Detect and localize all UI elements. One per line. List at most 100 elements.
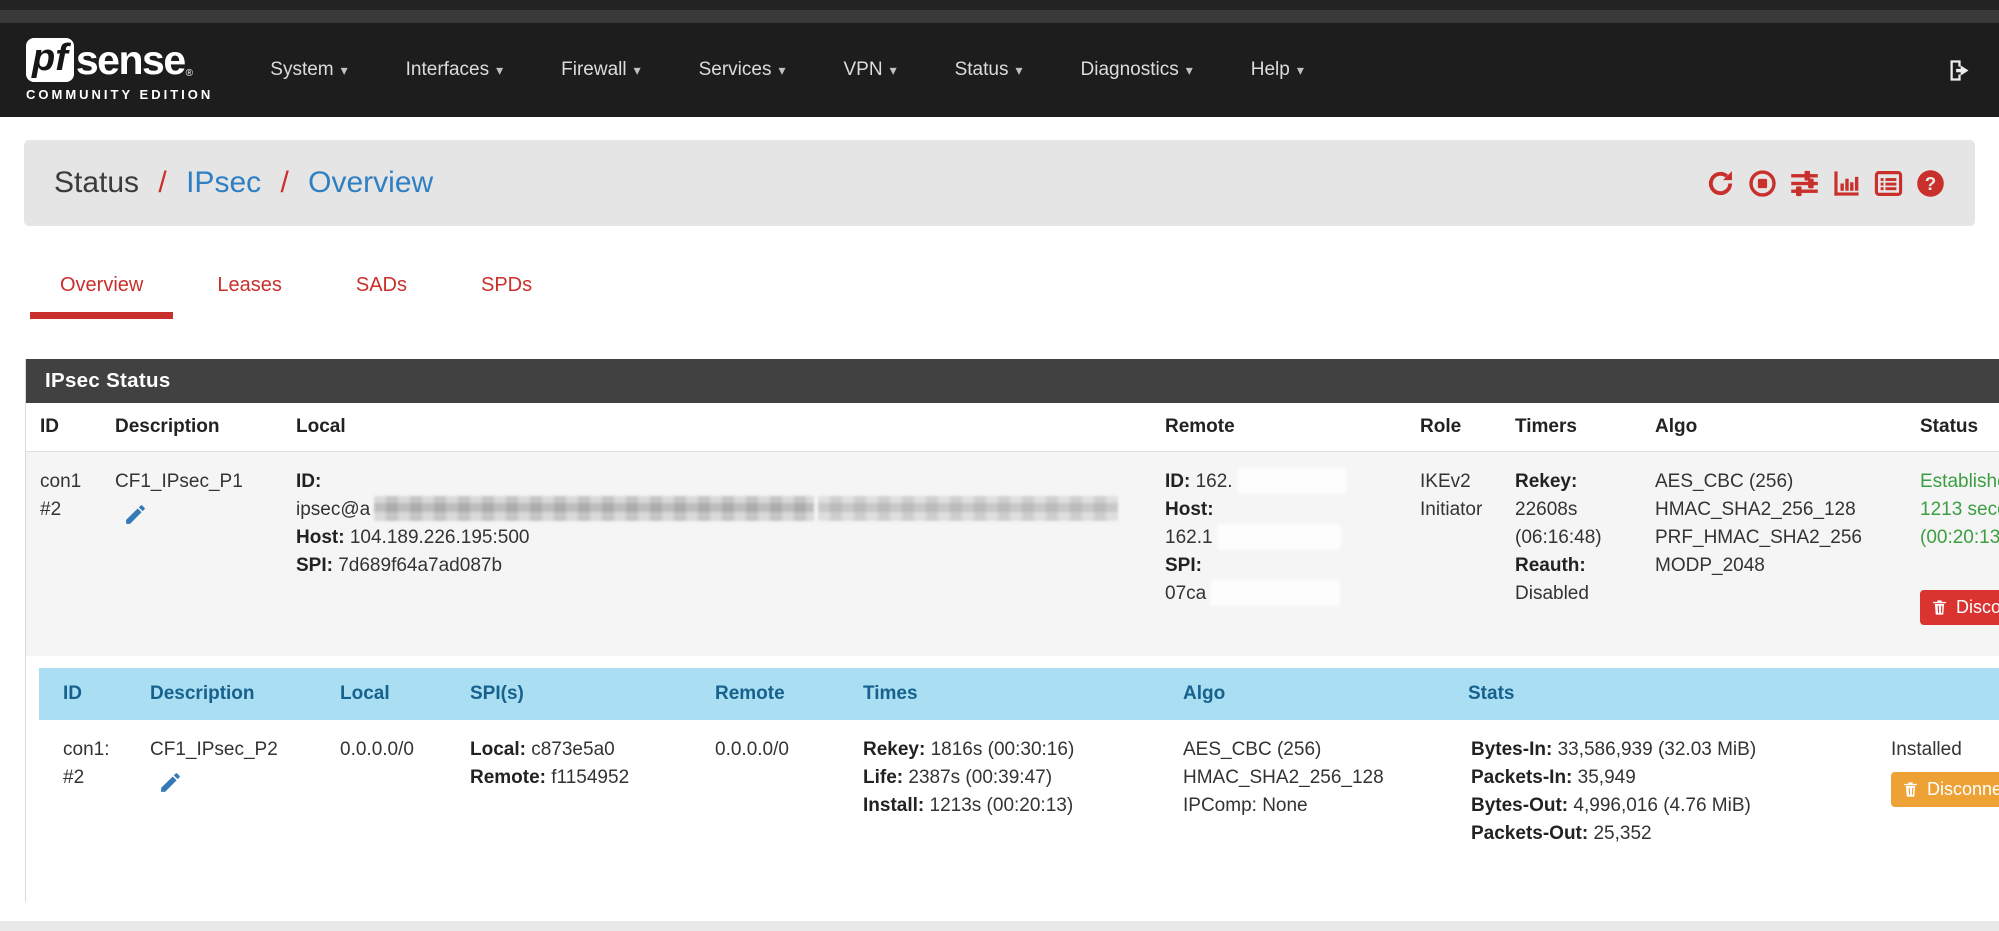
local-spi-label: SPI:	[296, 555, 333, 576]
tab-leases[interactable]: Leases	[187, 262, 312, 319]
menu-label: Services	[699, 59, 772, 80]
bytes-in-value: 33,586,939 (32.03 MiB)	[1558, 739, 1757, 760]
sign-out-icon[interactable]	[1946, 57, 1973, 84]
cell-role: IKEv2 Initiator	[1406, 452, 1501, 657]
edit-pencil-icon[interactable]	[158, 770, 183, 804]
cell-id: con1: #2	[39, 720, 136, 872]
packets-out-label: Packets-Out:	[1471, 823, 1588, 844]
remote-spi-value: 07ca	[1165, 583, 1206, 604]
reauth-value: Disabled	[1515, 580, 1633, 608]
remote-id-label: ID:	[1165, 471, 1190, 492]
chevron-down-icon	[634, 62, 641, 79]
disconnect-label: Disconnect	[1956, 597, 1999, 618]
breadcrumb-separator: /	[158, 166, 166, 199]
spi-remote-label: Remote:	[470, 767, 546, 788]
algo-ipcomp: IPComp: None	[1183, 792, 1446, 820]
main-menu: System Interfaces Firewall Services VPN …	[241, 49, 1333, 91]
spi-remote-value: f1154952	[551, 767, 629, 788]
menu-item-interfaces[interactable]: Interfaces	[377, 49, 532, 91]
top-navbar: pf sense ® COMMUNITY EDITION System Inte…	[0, 23, 1999, 117]
menu-label: Firewall	[561, 59, 626, 80]
refresh-icon[interactable]	[1706, 169, 1735, 198]
menu-item-diagnostics[interactable]: Diagnostics	[1052, 49, 1222, 91]
pfsense-logo[interactable]: pf sense ® COMMUNITY EDITION	[26, 38, 213, 101]
ike-sa-table: ID Description Local Remote Role Timers …	[26, 403, 1999, 656]
breadcrumb-root: Status	[54, 166, 139, 199]
cell-local-network: 0.0.0.0/0	[326, 720, 456, 872]
status-installed: Installed	[1891, 736, 1999, 764]
menu-item-services[interactable]: Services	[670, 49, 815, 91]
cell-algo: AES_CBC (256) HMAC_SHA2_256_128 IPComp: …	[1169, 720, 1454, 872]
local-id-label: ID:	[296, 471, 321, 492]
bar-chart-icon[interactable]	[1832, 169, 1861, 198]
cell-description: CF1_IPsec_P2	[136, 720, 326, 872]
tab-sads[interactable]: SADs	[326, 262, 437, 319]
child-sa-row: con1: #2 CF1_IPsec_P2 0.0.0.0/0 Local: c…	[39, 720, 1999, 872]
col-header-description: Description	[136, 668, 326, 720]
algo-integrity: HMAC_SHA2_256_128	[1183, 764, 1446, 792]
col-header-timers: Timers	[1501, 403, 1641, 452]
connection-id-sub: #2	[63, 764, 128, 792]
time-rekey-label: Rekey:	[863, 739, 925, 760]
window-chrome-strip-2	[0, 10, 1999, 23]
list-icon[interactable]	[1874, 169, 1903, 198]
breadcrumb-separator: /	[280, 166, 288, 199]
menu-label: Help	[1251, 59, 1290, 80]
packets-in-value: 35,949	[1578, 767, 1636, 788]
sliders-icon[interactable]	[1790, 169, 1819, 198]
col-header-stats: Stats	[1454, 668, 1874, 720]
menu-label: Status	[955, 59, 1009, 80]
packets-out-value: 25,352	[1593, 823, 1651, 844]
time-life-value: 2387s (00:39:47)	[908, 767, 1052, 788]
tab-spds[interactable]: SPDs	[451, 262, 562, 319]
chevron-down-icon	[1015, 62, 1022, 79]
redacted-blur	[1218, 525, 1340, 549]
chevron-down-icon	[890, 62, 897, 79]
panel-title: IPsec Status	[26, 359, 1999, 403]
page: pf sense ® COMMUNITY EDITION System Inte…	[0, 0, 1999, 921]
breadcrumb: Status / IPsec / Overview	[54, 166, 433, 200]
remote-spi-label: SPI:	[1165, 555, 1202, 576]
col-header-remote: Remote	[1151, 403, 1406, 452]
menu-item-firewall[interactable]: Firewall	[532, 49, 669, 91]
svg-text:?: ?	[1925, 172, 1936, 193]
col-header-role: Role	[1406, 403, 1501, 452]
tunnel-description: CF1_IPsec_P1	[115, 468, 280, 496]
time-install-value: 1213s (00:20:13)	[930, 795, 1074, 816]
algo-encryption: AES_CBC (256)	[1183, 736, 1446, 764]
menu-item-vpn[interactable]: VPN	[815, 49, 926, 91]
col-header-algo: Algo	[1169, 668, 1454, 720]
rekey-label: Rekey:	[1515, 471, 1577, 492]
connection-id: con1:	[63, 736, 128, 764]
ipsec-status-panel: IPsec Status ID Description Local Remote…	[25, 359, 1999, 902]
cell-timers: Rekey: 22608s (06:16:48) Reauth: Disable…	[1501, 452, 1641, 657]
stop-circle-icon[interactable]	[1748, 169, 1777, 198]
disconnect-child-button[interactable]: Disconnect	[1891, 772, 1999, 807]
help-icon[interactable]: ?	[1916, 169, 1945, 198]
breadcrumb-link-ipsec[interactable]: IPsec	[186, 166, 261, 199]
chevron-down-icon	[1186, 62, 1193, 79]
packets-in-label: Packets-In:	[1471, 767, 1572, 788]
status-age-seconds: 1213 seconds	[1920, 496, 1999, 524]
cell-child-status: Installed Disconnect	[1874, 720, 1999, 872]
menu-item-help[interactable]: Help	[1222, 49, 1333, 91]
menu-item-status[interactable]: Status	[926, 49, 1052, 91]
tab-overview[interactable]: Overview	[30, 262, 173, 319]
breadcrumb-link-overview[interactable]: Overview	[308, 166, 433, 199]
child-header-row: ID Description Local SPI(s) Remote Times…	[39, 668, 1999, 720]
col-header-id: ID	[39, 668, 136, 720]
disconnect-button[interactable]: Disconnect	[1920, 590, 1999, 625]
cell-times: Rekey: 1816s (00:30:16) Life: 2387s (00:…	[849, 720, 1169, 872]
ike-version: IKEv2	[1420, 468, 1493, 496]
algo-integrity: HMAC_SHA2_256_128	[1655, 496, 1898, 524]
status-age-time: (00:20:13)	[1920, 524, 1999, 552]
edit-pencil-icon[interactable]	[123, 502, 148, 536]
ike-header-row: ID Description Local Remote Role Timers …	[26, 403, 1999, 452]
menu-item-system[interactable]: System	[241, 49, 376, 91]
child-sa-table: ID Description Local SPI(s) Remote Times…	[39, 668, 1999, 872]
logo-pf-box: pf	[26, 38, 74, 82]
col-header-actions	[1874, 668, 1999, 720]
disconnect-label: Disconnect	[1927, 779, 1999, 800]
redacted-blur	[1211, 581, 1339, 605]
local-spi-value: 7d689f64a7ad087b	[338, 555, 502, 576]
